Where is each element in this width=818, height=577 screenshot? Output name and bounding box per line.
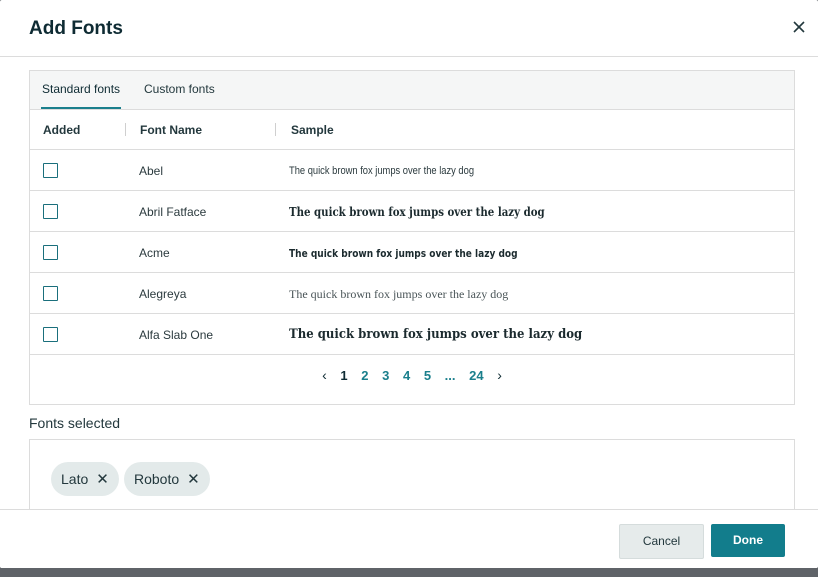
font-sample: The quick brown fox jumps over the lazy …	[289, 327, 583, 342]
font-name: Abel	[139, 164, 164, 178]
fonts-panel: Standard fonts Custom fonts Added Font N…	[29, 70, 795, 405]
page-link-3[interactable]: 3	[382, 368, 389, 383]
page-link-1[interactable]: 1	[340, 368, 347, 383]
remove-chip-icon[interactable]: ✕	[187, 463, 200, 497]
add-fonts-dialog: Add Fonts Standard fonts Custom fonts Ad…	[0, 0, 818, 568]
page-link-5[interactable]: 5	[424, 368, 431, 383]
font-name: Alfa Slab One	[139, 328, 214, 342]
done-button[interactable]: Done	[711, 524, 785, 557]
column-header-sample[interactable]: Sample	[291, 123, 334, 137]
selected-fonts-box: Lato ✕ Roboto ✕	[29, 439, 795, 520]
chevron-right-icon[interactable]: ›	[497, 367, 502, 383]
cancel-button[interactable]: Cancel	[619, 524, 704, 559]
page-ellipsis: ...	[444, 368, 456, 383]
chip-label: Roboto	[134, 471, 180, 487]
close-icon[interactable]	[790, 18, 808, 36]
column-header-added[interactable]: Added	[43, 123, 80, 137]
font-sample: The quick brown fox jumps over the lazy …	[289, 205, 545, 219]
page-link-4[interactable]: 4	[403, 368, 410, 383]
table-row: Abel The quick brown fox jumps over the …	[30, 150, 794, 191]
column-divider	[125, 123, 126, 136]
font-name: Alegreya	[139, 287, 187, 301]
chevron-left-icon[interactable]: ‹	[322, 367, 327, 383]
added-checkbox[interactable]	[43, 286, 58, 301]
added-checkbox[interactable]	[43, 163, 58, 178]
font-name: Abril Fatface	[139, 205, 207, 219]
fonts-selected-label: Fonts selected	[29, 415, 121, 431]
font-tabs: Standard fonts Custom fonts	[30, 71, 794, 110]
remove-chip-icon[interactable]: ✕	[96, 463, 109, 497]
column-header-font-name[interactable]: Font Name	[140, 123, 202, 137]
font-name: Acme	[139, 246, 170, 260]
column-divider	[275, 123, 276, 136]
dialog-footer: Cancel Done	[0, 509, 818, 568]
table-row: Acme The quick brown fox jumps over the …	[30, 232, 794, 273]
dialog-header: Add Fonts	[0, 0, 818, 57]
font-sample: The quick brown fox jumps over the lazy …	[289, 165, 475, 177]
font-chip: Roboto ✕	[124, 462, 210, 496]
page-link-last[interactable]: 24	[469, 368, 483, 383]
table-row: Alfa Slab One The quick brown fox jumps …	[30, 314, 794, 355]
dialog-title: Add Fonts	[29, 18, 123, 39]
font-sample: The quick brown fox jumps over the lazy …	[289, 287, 509, 301]
added-checkbox[interactable]	[43, 327, 58, 342]
added-checkbox[interactable]	[43, 204, 58, 219]
pagination: ‹ 1 2 3 4 5 ... 24 ›	[30, 367, 794, 387]
added-checkbox[interactable]	[43, 245, 58, 260]
table-header: Added Font Name Sample	[30, 110, 794, 150]
font-sample: The quick brown fox jumps over the lazy …	[289, 247, 518, 260]
tab-standard-fonts[interactable]: Standard fonts	[41, 71, 122, 109]
font-chip: Lato ✕	[51, 462, 119, 496]
page-link-2[interactable]: 2	[361, 368, 368, 383]
table-row: Abril Fatface The quick brown fox jumps …	[30, 191, 794, 232]
table-row: Alegreya The quick brown fox jumps over …	[30, 273, 794, 314]
tab-custom-fonts[interactable]: Custom fonts	[144, 71, 215, 109]
chip-label: Lato	[61, 471, 89, 487]
